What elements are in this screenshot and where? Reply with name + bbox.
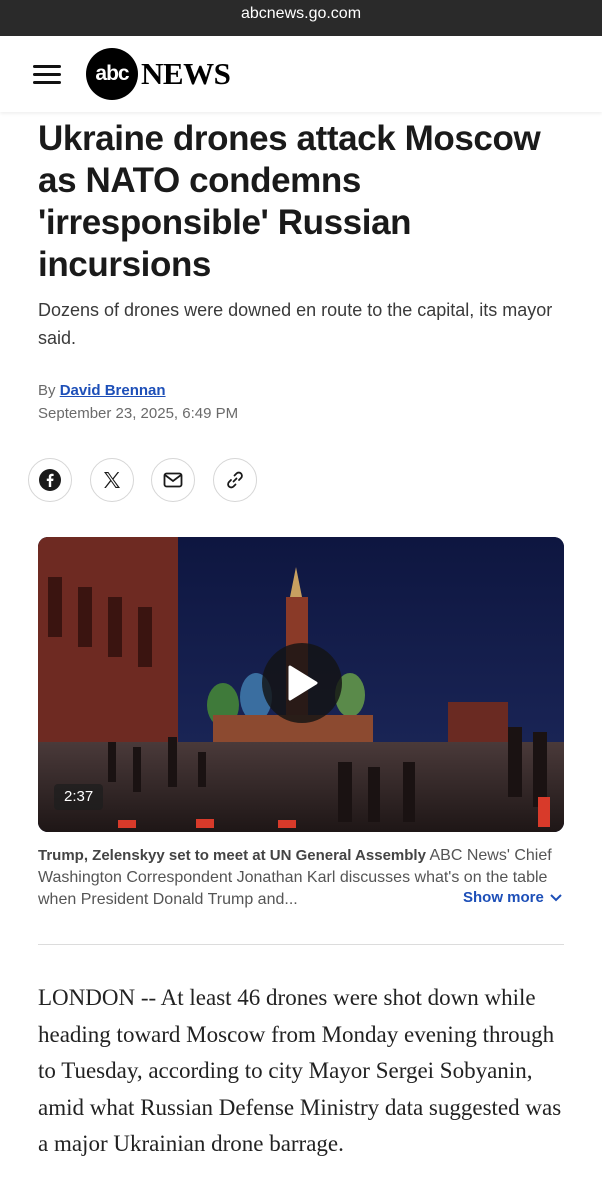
- author-link[interactable]: David Brennan: [60, 382, 166, 399]
- abc-logo-circle: abc: [86, 48, 138, 100]
- menu-icon[interactable]: [33, 63, 63, 85]
- email-share-button[interactable]: [151, 458, 195, 502]
- x-icon: [104, 472, 120, 488]
- show-more-button[interactable]: Show more: [459, 889, 562, 906]
- link-icon: [227, 471, 243, 489]
- divider: [38, 944, 564, 945]
- show-more-label: Show more: [463, 889, 544, 906]
- article-body-paragraph: LONDON -- At least 46 drones were shot d…: [38, 985, 562, 1156]
- news-logo-word: NEWS: [141, 56, 231, 91]
- publish-date: September 23, 2025, 6:49 PM: [38, 405, 239, 422]
- mail-icon: [163, 472, 183, 488]
- url-text[interactable]: abcnews.go.com: [241, 5, 361, 22]
- facebook-share-button[interactable]: [28, 458, 72, 502]
- play-icon: [288, 665, 318, 701]
- facebook-icon: [39, 469, 61, 491]
- article-headline: Ukraine drones attack Moscow as NATO con…: [38, 119, 541, 284]
- copy-link-button[interactable]: [213, 458, 257, 502]
- browser-url-bar[interactable]: abcnews.go.com: [0, 0, 602, 36]
- abc-news-logo[interactable]: abc NEWS: [86, 48, 231, 100]
- play-button[interactable]: [262, 643, 342, 723]
- video-caption-title: Trump, Zelenskyy set to meet at UN Gener…: [38, 847, 426, 864]
- site-header: abc NEWS: [0, 36, 602, 112]
- byline-prefix: By: [38, 382, 56, 399]
- video-duration-badge: 2:37: [54, 784, 104, 810]
- article-subheadline: Dozens of drones were downed en route to…: [38, 300, 553, 348]
- byline: By David Brennan: [38, 382, 166, 399]
- chevron-down-icon: [550, 893, 562, 901]
- x-share-button[interactable]: [90, 458, 134, 502]
